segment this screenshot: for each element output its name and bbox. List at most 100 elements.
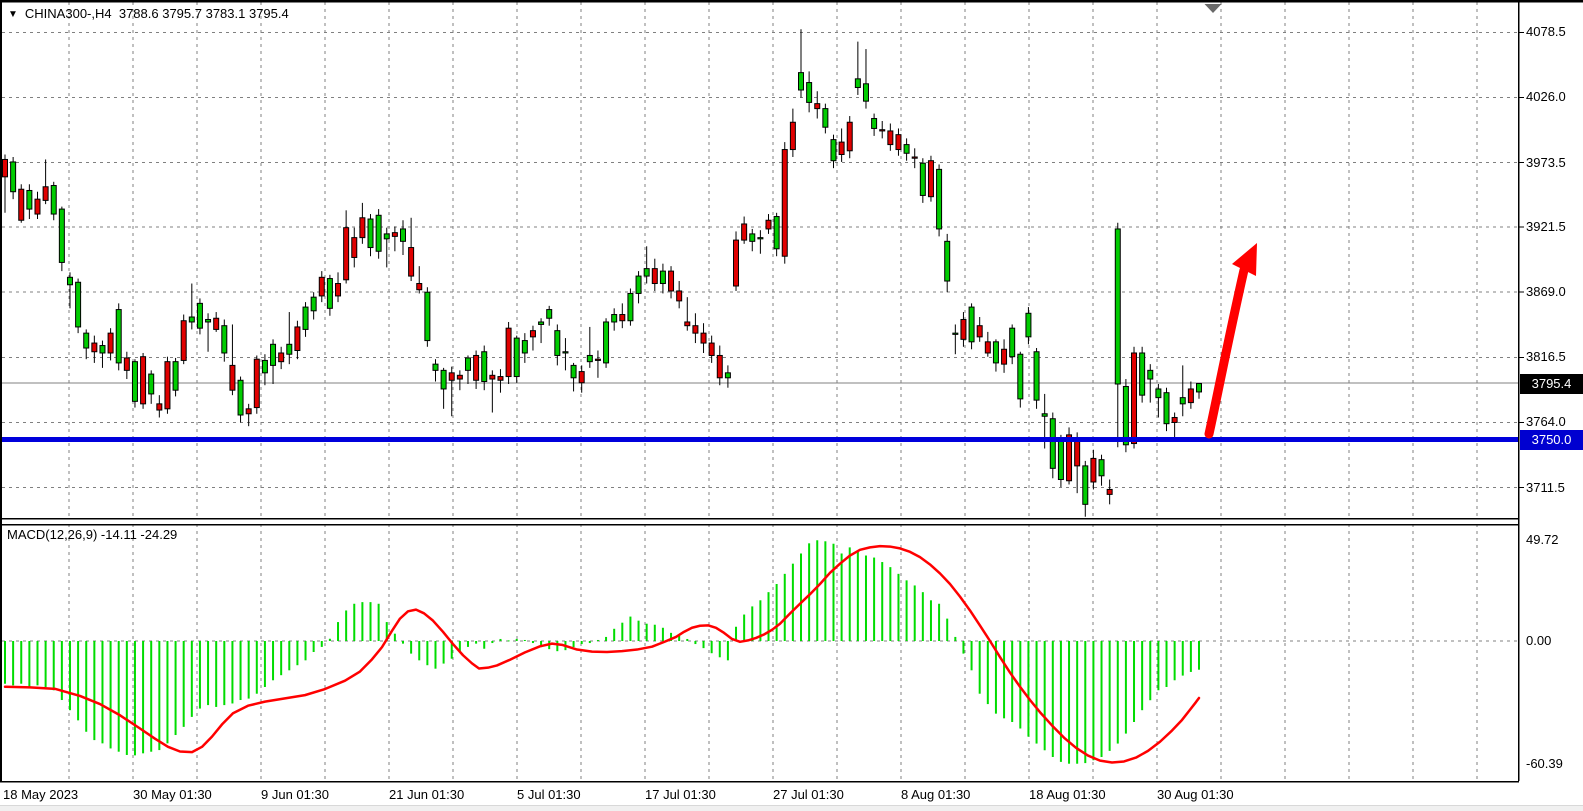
candle-body-up xyxy=(920,163,925,195)
price-axis-label: 4026.0 xyxy=(1526,89,1566,104)
macd-bar xyxy=(897,574,899,641)
macd-bar xyxy=(589,641,591,643)
candle-body-up xyxy=(401,229,406,241)
candle-body-down xyxy=(108,333,113,353)
symbol-dropdown-icon: ▼ xyxy=(8,7,18,22)
candle-body-down xyxy=(246,409,251,414)
support-line[interactable] xyxy=(2,437,1518,442)
time-axis-label: 17 Jul 01:30 xyxy=(645,787,716,802)
macd-bar xyxy=(857,551,859,641)
macd-bar xyxy=(832,544,834,641)
candle-body-up xyxy=(384,234,389,239)
macd-bar xyxy=(296,641,298,665)
candle-body-down xyxy=(1188,389,1193,403)
candle-body-up xyxy=(1115,229,1120,384)
macd-bar xyxy=(703,641,705,648)
candle-body-down xyxy=(530,331,535,337)
macd-bar xyxy=(556,641,558,651)
candle-body-up xyxy=(1180,398,1185,404)
candle-body-down xyxy=(620,315,625,321)
candle-body-down xyxy=(19,189,24,220)
candle-body-up xyxy=(1197,384,1202,392)
macd-bar xyxy=(1109,641,1111,751)
candle-body-down xyxy=(766,220,771,229)
macd-bar xyxy=(694,641,696,644)
macd-bar xyxy=(166,641,168,743)
candle-body-down xyxy=(595,359,600,360)
candle-body-down xyxy=(141,357,146,404)
macd-bar xyxy=(516,639,518,641)
macd-bar xyxy=(1166,641,1168,687)
macd-bar xyxy=(573,641,575,647)
macd-bar xyxy=(264,641,266,687)
macd-bar xyxy=(101,641,103,743)
macd-bar xyxy=(1052,641,1054,757)
candle-body-up xyxy=(514,338,519,376)
candle-body-up xyxy=(1148,370,1153,379)
candle-body-down xyxy=(961,319,966,339)
candle-body-down xyxy=(254,359,259,407)
candle-body-up xyxy=(132,362,137,402)
macd-bar xyxy=(1174,641,1176,680)
macd-bar xyxy=(1076,641,1078,764)
candle-body-up xyxy=(945,241,950,281)
macd-bar xyxy=(248,641,250,699)
candle-body-up xyxy=(59,209,64,262)
macd-bar xyxy=(808,543,810,641)
macd-bar xyxy=(426,641,428,665)
candle-body-down xyxy=(498,377,503,381)
candle-body-up xyxy=(149,374,154,394)
macd-bar xyxy=(1125,641,1127,734)
candle-body-up xyxy=(262,360,267,372)
macd-bar xyxy=(662,628,664,641)
macd-bar xyxy=(979,641,981,694)
candle-body-down xyxy=(457,375,462,379)
candle-body-up xyxy=(425,292,430,340)
candle-body-down xyxy=(1172,417,1177,422)
time-axis-label: 18 Aug 01:30 xyxy=(1029,787,1106,802)
candle-body-up xyxy=(441,370,446,389)
time-axis-label: 21 Jun 01:30 xyxy=(389,787,464,802)
candle-body-down xyxy=(928,161,933,197)
current-price-badge: 3795.4 xyxy=(1520,374,1583,394)
time-axis-label: 27 Jul 01:30 xyxy=(773,787,844,802)
macd-bar xyxy=(849,547,851,641)
macd-bar xyxy=(1084,641,1086,763)
macd-bar xyxy=(605,637,607,641)
candle-body-up xyxy=(725,373,730,378)
candle-body-up xyxy=(628,293,633,320)
candle-body-up xyxy=(774,217,779,249)
macd-bar xyxy=(434,641,436,669)
candle-body-down xyxy=(880,130,885,131)
candle-body-down xyxy=(165,362,170,409)
macd-bar xyxy=(638,621,640,641)
candle-body-down xyxy=(1132,353,1137,444)
left-border xyxy=(0,0,2,781)
candle-body-up xyxy=(969,307,974,342)
macd-bar xyxy=(524,640,526,641)
macd-bar xyxy=(1060,641,1062,762)
macd-bar xyxy=(110,641,112,748)
chart-canvas[interactable] xyxy=(0,0,1583,811)
candle-body-up xyxy=(482,352,487,382)
candle-body-up xyxy=(51,186,56,215)
macd-bar xyxy=(613,629,615,641)
macd-bar xyxy=(1133,641,1135,722)
price-axis-label: 3816.5 xyxy=(1526,349,1566,364)
candle-body-down xyxy=(652,269,657,284)
macd-bar xyxy=(751,606,753,641)
candle-body-down xyxy=(693,326,698,333)
macd-bar xyxy=(475,641,477,644)
macd-bar xyxy=(889,567,891,641)
candle-body-down xyxy=(977,326,982,337)
macd-bar xyxy=(743,615,745,641)
macd-bar xyxy=(906,580,908,641)
window-bottom-edge xyxy=(0,805,1583,811)
time-axis-label: 30 May 01:30 xyxy=(133,787,212,802)
candle-body-up xyxy=(238,380,243,415)
candle-body-down xyxy=(506,328,511,376)
candle-body-down xyxy=(124,358,129,370)
macd-bar xyxy=(711,641,713,653)
macd-bar xyxy=(946,619,948,641)
candle-body-down xyxy=(417,284,422,290)
